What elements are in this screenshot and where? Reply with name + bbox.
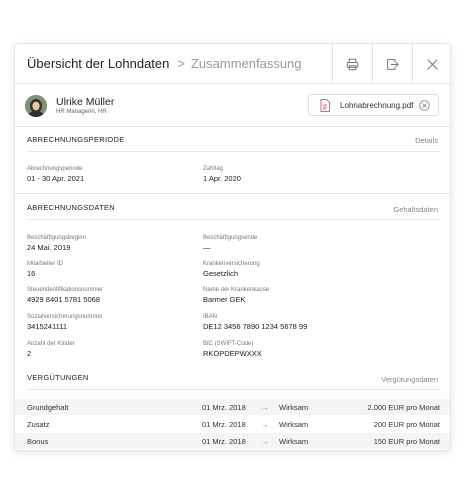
field-label: Zahltag [203,166,224,172]
attachment-filename[interactable]: Lohnabrechnung.pdf [340,101,413,110]
pdf-file-icon [320,99,330,112]
section-title-verguetungen: VERGÜTUNGEN [27,373,89,382]
section-underline [27,151,439,152]
field-label: Beschäftigungsende [203,235,258,241]
row-status: Wirksam [279,420,309,429]
attachment-chip[interactable]: Lohnabrechnung.pdf [308,94,439,116]
section-underline [27,219,439,220]
verguetungsdaten-link[interactable]: Vergütungsdaten [381,375,438,384]
arrow-right-icon: → [261,403,269,412]
row-status: Wirksam [279,437,309,446]
row-amount: 150 EUR pro Monat [373,437,440,446]
field-value: 1 Apr. 2020 [203,174,241,183]
breadcrumb-current[interactable]: Zusammenfassung [191,56,302,71]
card-header: Übersicht der Lohndaten > Zusammenfassung [15,44,450,84]
field-label: Name der Krankenkasse [203,287,270,293]
row-name: Grundgehalt [27,403,69,412]
table-row[interactable]: Bonus 01 Mrz. 2018 → Wirksam 150 EUR pro… [15,433,450,449]
field-value: 01 - 30 Apr. 2021 [27,174,85,183]
export-icon [387,58,399,70]
row-date: 01 Mrz. 2018 [202,420,246,429]
page-title: Übersicht der Lohndaten [27,56,170,71]
field-label: Sozialversicherungsnummer [27,314,103,320]
field-label: Steueridentifikationsnummer [27,287,104,293]
breadcrumb: Übersicht der Lohndaten > Zusammenfassung [27,56,302,71]
close-button[interactable] [412,44,450,84]
row-name: Zusatz [27,420,50,429]
employee-name: Ulrike Müller [56,96,115,108]
field-value: RKOPDEPWXXX [203,349,262,358]
row-name: Bonus [27,437,49,446]
row-date: 01 Mrz. 2018 [202,403,246,412]
field-value: Gesetzlich [203,269,239,278]
row-amount: 200 EUR pro Monat [373,420,440,429]
gehaltsdaten-link[interactable]: Gehaltsdaten [393,205,438,214]
section-title-abrechnungsperiode: ABRECHNUNGSPERIODE [27,135,125,144]
table-row[interactable]: Zusatz 01 Mrz. 2018 → Wirksam 200 EUR pr… [15,416,450,432]
details-link[interactable]: Details [415,136,438,145]
employee-role: HR Managerin, HR [56,109,107,115]
row-status: Wirksam [279,403,309,412]
field-label: Krankenversicherung [203,261,260,267]
section-divider [15,126,450,127]
arrow-right-icon: → [261,420,269,429]
printer-icon [346,58,359,70]
close-icon [427,58,438,70]
section-underline [27,389,439,390]
field-label: Beschäftigungsbeginn [27,235,87,241]
field-value: — [203,243,211,252]
payroll-summary-card: Übersicht der Lohndaten > Zusammenfassung [14,43,451,451]
section-title-abrechnungsdaten: ABRECHNUNGSDATEN [27,203,116,212]
field-label: Mitarbeiter ID [27,261,64,267]
field-value: 24 Mai. 2019 [27,243,71,252]
field-value: 16 [27,269,36,278]
row-amount: 2.000 EUR pro Monat [367,403,440,412]
arrow-right-icon: → [261,437,269,446]
field-label: IBAN [203,314,218,320]
breadcrumb-separator: > [177,56,185,71]
export-button[interactable] [372,44,412,84]
row-date: 01 Mrz. 2018 [202,437,246,446]
remove-circle-icon[interactable] [419,100,430,111]
field-value: 4929 8401 5781 5068 [27,295,100,304]
field-label: Anzahl der Kinder [27,341,75,347]
field-value: Barmer GEK [203,295,246,304]
field-value: 3415241111 [27,322,68,331]
field-value: 2 [27,349,32,358]
avatar [25,95,47,117]
field-label: BIC (SWIFT-Code) [203,341,254,347]
field-value: DE12 3456 7890 1234 5678 99 [203,322,308,331]
print-button[interactable] [332,44,372,84]
field-label: Abrechnungsperiode [27,166,83,172]
table-row[interactable]: Grundgehalt 01 Mrz. 2018 → Wirksam 2.000… [15,399,450,415]
section-divider [15,193,450,194]
